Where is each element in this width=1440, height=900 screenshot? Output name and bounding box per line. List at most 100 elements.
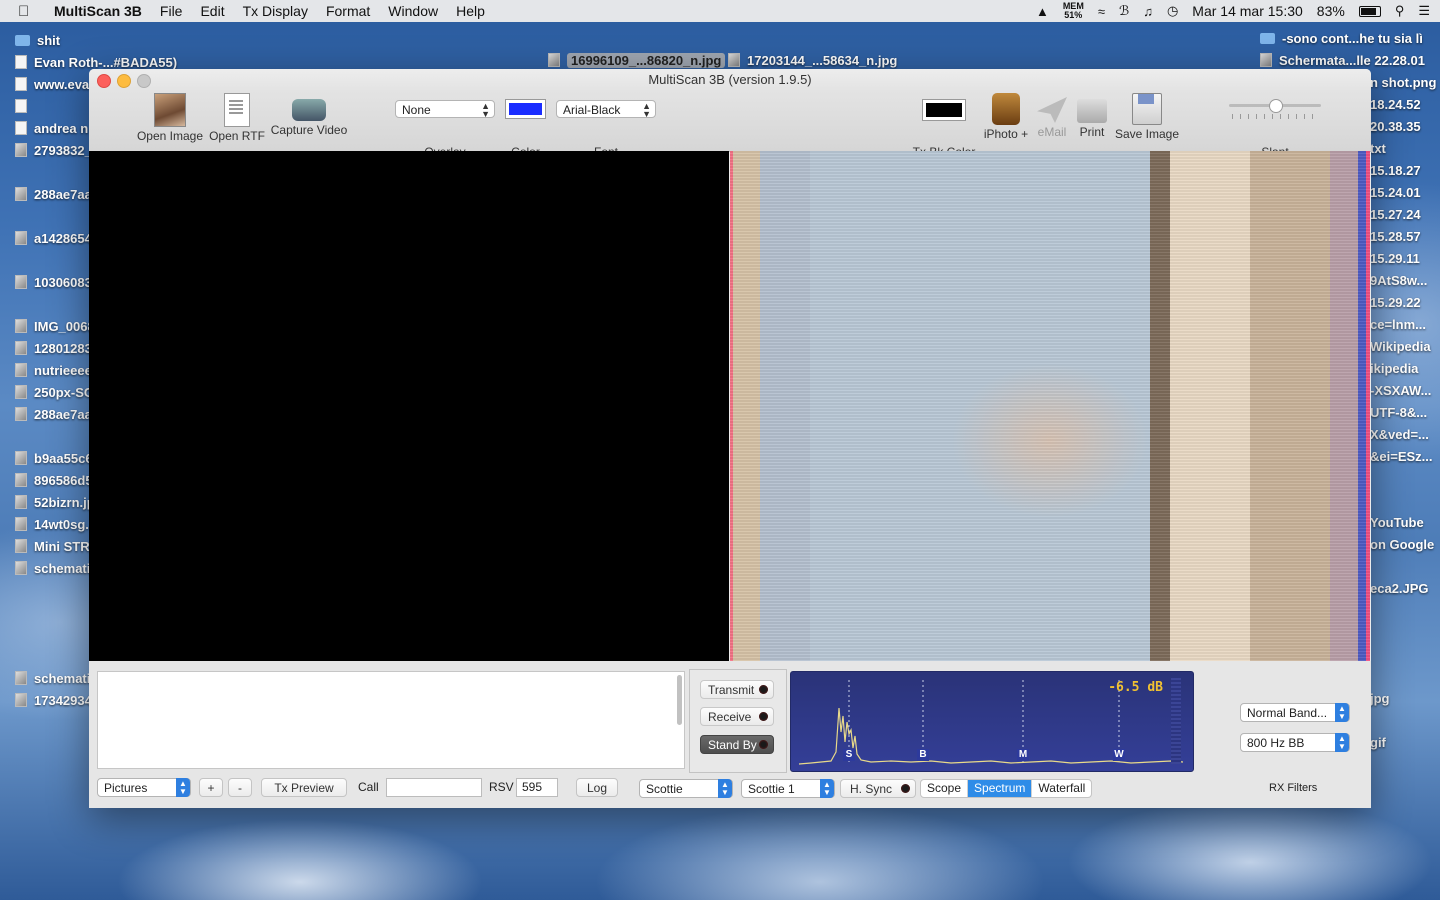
- rsv-input[interactable]: 595: [516, 778, 558, 797]
- close-button[interactable]: [97, 74, 111, 88]
- desktop-file[interactable]: a1428654: [15, 228, 92, 248]
- desktop-file[interactable]: IMG_0068: [15, 316, 95, 336]
- band-select[interactable]: Normal Band... ▲ ▼: [1240, 703, 1350, 722]
- desktop-file[interactable]: UTF-8&...: [1370, 402, 1427, 422]
- desktop-file[interactable]: 10306083: [15, 272, 92, 292]
- submode-select[interactable]: Scottie 1 ▲ ▼: [741, 779, 835, 798]
- title-bar[interactable]: MultiScan 3B (version 1.9.5): [89, 69, 1371, 91]
- desktop-file[interactable]: nutrieeee: [15, 360, 92, 380]
- desktop-file[interactable]: 52bizrn.jp: [15, 492, 95, 512]
- desktop-file[interactable]: jpg: [1370, 688, 1390, 708]
- spotlight-search-icon[interactable]: ⚲: [1395, 3, 1405, 19]
- desktop-file[interactable]: txt: [1370, 138, 1386, 158]
- desktop-file[interactable]: 288ae7aa: [15, 404, 92, 424]
- open-image-button[interactable]: Open Image: [135, 93, 205, 143]
- menu-app-name[interactable]: MultiScan 3B: [54, 3, 142, 19]
- desktop-file[interactable]: [15, 96, 34, 116]
- apple-icon[interactable]: : [18, 3, 40, 20]
- bluetooth-icon[interactable]: ℬ: [1119, 3, 1129, 19]
- desktop-file[interactable]: 250px-SC: [15, 382, 93, 402]
- minimize-button[interactable]: [117, 74, 131, 88]
- desktop-file[interactable]: Wikipedia: [1370, 336, 1431, 356]
- volume-icon[interactable]: ♫: [1143, 4, 1153, 19]
- time-machine-icon[interactable]: ◷: [1167, 3, 1178, 19]
- desktop-file[interactable]: 9AtS8w...: [1370, 270, 1427, 290]
- battery-percent[interactable]: 83%: [1317, 3, 1345, 19]
- mode-select[interactable]: Scottie ▲ ▼: [639, 779, 733, 798]
- desktop-file[interactable]: n shot.png: [1370, 72, 1436, 92]
- desktop-file[interactable]: 896586d5: [15, 470, 93, 490]
- menu-window[interactable]: Window: [388, 3, 438, 19]
- desktop-file[interactable]: gif: [1370, 732, 1386, 752]
- menu-edit[interactable]: Edit: [200, 3, 224, 19]
- tab-waterfall[interactable]: Waterfall: [1032, 780, 1091, 797]
- filter-select[interactable]: 800 Hz BB ▲ ▼: [1240, 733, 1350, 752]
- desktop-file[interactable]: 15.18.27: [1370, 160, 1421, 180]
- scrollbar[interactable]: [677, 675, 682, 725]
- standby-button[interactable]: Stand By: [700, 735, 774, 754]
- menu-format[interactable]: Format: [326, 3, 370, 19]
- desktop-file[interactable]: 15.28.57: [1370, 226, 1421, 246]
- desktop-file[interactable]: andrea n: [15, 118, 88, 138]
- open-rtf-button[interactable]: Open RTF: [207, 93, 267, 143]
- menu-tx-display[interactable]: Tx Display: [243, 3, 308, 19]
- zoom-button[interactable]: [137, 74, 151, 88]
- tx-preview-button[interactable]: Tx Preview: [261, 778, 347, 797]
- email-button[interactable]: eMail: [1034, 93, 1070, 139]
- desktop-file[interactable]: &ei=ESz...: [1370, 446, 1433, 466]
- slant-slider-knob[interactable]: [1269, 99, 1283, 113]
- add-button[interactable]: +: [199, 778, 223, 797]
- menu-file[interactable]: File: [160, 3, 183, 19]
- desktop-file[interactable]: YouTube: [1370, 512, 1424, 532]
- battery-icon[interactable]: [1358, 5, 1381, 17]
- pictures-select[interactable]: Pictures ▲ ▼: [97, 778, 191, 797]
- spectrum-display[interactable]: -6.5 dB S B M W: [790, 671, 1194, 772]
- desktop-file[interactable]: 18.24.52: [1370, 94, 1421, 114]
- tab-spectrum[interactable]: Spectrum: [968, 780, 1033, 797]
- receive-button[interactable]: Receive: [700, 707, 774, 726]
- desktop-file[interactable]: 15.29.22: [1370, 292, 1421, 312]
- transmit-button[interactable]: Transmit: [700, 680, 774, 699]
- desktop-file[interactable]: -XSXAW...: [1370, 380, 1431, 400]
- color-well[interactable]: [505, 99, 546, 119]
- desktop-file[interactable]: -sono cont...he tu sia lì: [1260, 28, 1423, 48]
- save-image-button[interactable]: Save Image: [1114, 93, 1180, 141]
- desktop-file[interactable]: Mini STR: [15, 536, 90, 556]
- desktop-file[interactable]: schemati: [15, 668, 90, 688]
- message-text-area[interactable]: [97, 671, 685, 769]
- font-select[interactable]: Arial-Black ▲ ▼: [556, 100, 656, 119]
- desktop-file[interactable]: b9aa55c6: [15, 448, 93, 468]
- print-button[interactable]: Print: [1074, 93, 1110, 139]
- desktop-file[interactable]: X&ved=...: [1370, 424, 1429, 444]
- desktop-file[interactable]: on Google: [1370, 534, 1434, 554]
- desktop-file[interactable]: 12801283: [15, 338, 92, 358]
- desktop-file[interactable]: 15.24.01: [1370, 182, 1421, 202]
- desktop-file[interactable]: www.eva: [15, 74, 89, 94]
- desktop-file[interactable]: 20.38.35: [1370, 116, 1421, 136]
- tab-scope[interactable]: Scope: [921, 780, 969, 797]
- activity-icon[interactable]: ▲: [1036, 4, 1049, 19]
- overlay-select[interactable]: None ▲ ▼: [395, 100, 495, 119]
- desktop-file[interactable]: Schermata...lle 22.28.01: [1260, 50, 1425, 70]
- desktop-file[interactable]: 16996109_...86820_n.jpg: [548, 50, 726, 70]
- desktop-file[interactable]: schemati: [15, 558, 90, 578]
- log-button[interactable]: Log: [576, 778, 618, 797]
- notification-center-icon[interactable]: ☰: [1418, 3, 1430, 19]
- desktop-file[interactable]: 15.27.24: [1370, 204, 1421, 224]
- tx-image-panel[interactable]: [89, 151, 729, 661]
- desktop-file[interactable]: 2793832_: [15, 140, 92, 160]
- iphoto-button[interactable]: iPhoto +: [979, 93, 1033, 141]
- desktop-file[interactable]: eca2.JPG: [1370, 578, 1429, 598]
- desktop-file[interactable]: shit: [15, 30, 60, 50]
- desktop-file[interactable]: ce=lnm...: [1370, 314, 1426, 334]
- memory-indicator[interactable]: MEM 51%: [1063, 2, 1084, 20]
- hsync-button[interactable]: H. Sync: [840, 779, 916, 798]
- remove-button[interactable]: -: [228, 778, 252, 797]
- clock[interactable]: Mar 14 mar 15:30: [1192, 3, 1303, 19]
- rx-image-panel[interactable]: [730, 151, 1370, 661]
- capture-video-button[interactable]: Capture Video: [269, 93, 349, 137]
- wifi-icon[interactable]: ≈: [1098, 4, 1105, 19]
- call-input[interactable]: [386, 778, 482, 797]
- tx-bk-color-well[interactable]: [922, 99, 966, 121]
- desktop-file[interactable]: 14wt0sg.: [15, 514, 89, 534]
